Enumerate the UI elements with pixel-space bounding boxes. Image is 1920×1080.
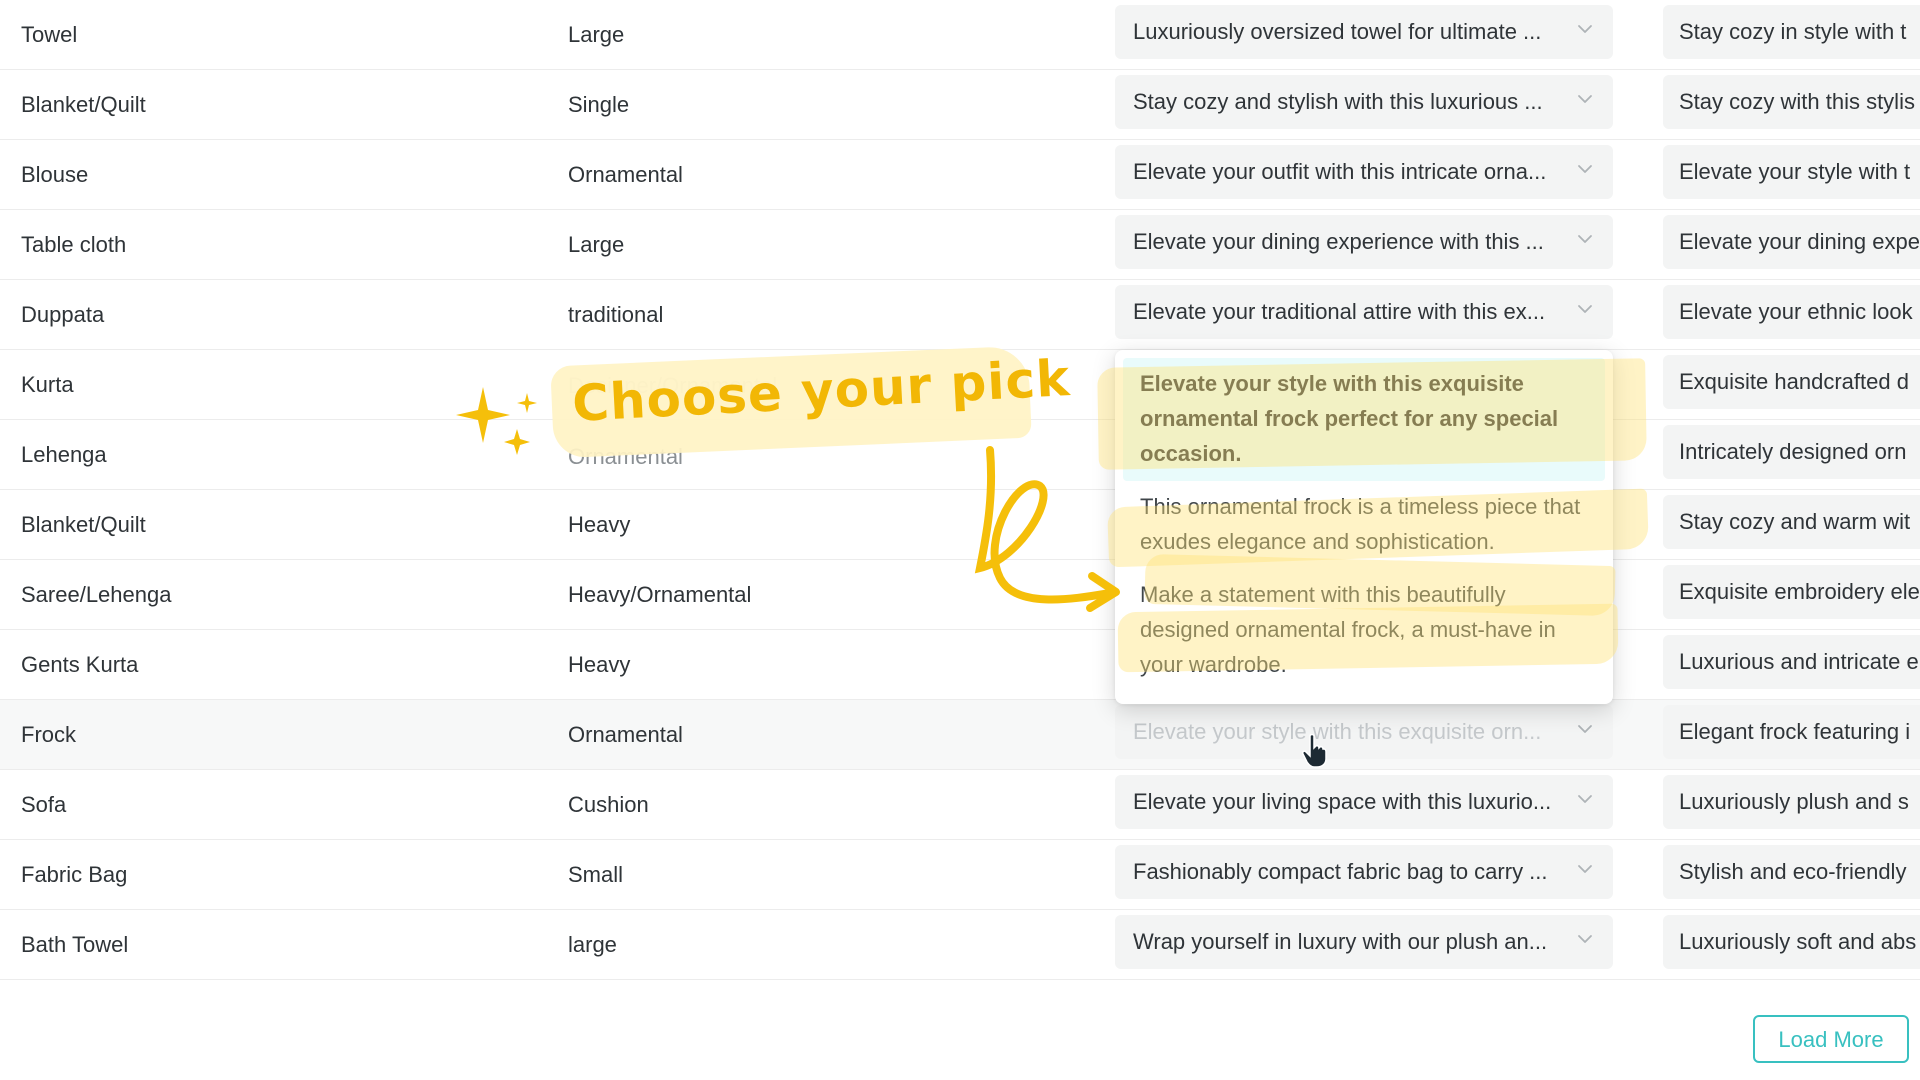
chevron-down-icon[interactable]: [1575, 719, 1595, 739]
curly-arrow-icon: [974, 446, 1120, 612]
product-name-cell: Sofa: [21, 792, 67, 817]
description-select[interactable]: Elevate your dining experience with this…: [1115, 215, 1613, 269]
description2-cell[interactable]: Elevate your dining expe: [1663, 215, 1920, 269]
page: Towel Large Luxuriously oversized towel fo…: [0, 0, 1920, 1080]
product-name-cell: Frock: [21, 722, 76, 747]
product-name-cell: Saree/Lehenga: [21, 582, 172, 607]
table-row: Frock Ornamental Elevate your style with t…: [0, 700, 1920, 770]
product-type-cell: Small: [568, 862, 624, 887]
product-type-cell: Large: [568, 22, 625, 47]
description-select[interactable]: Fashionably compact fabric bag to carry …: [1115, 845, 1613, 899]
dropdown-option[interactable]: Make a statement with this beautifully d…: [1123, 569, 1605, 692]
description-select-value: Stay cozy and stylish with this luxuriou…: [1133, 89, 1543, 114]
description-select[interactable]: Elevate your outfit with this intricate …: [1115, 145, 1613, 199]
description-select-value: Elevate your dining experience with this…: [1133, 229, 1544, 254]
chevron-down-icon[interactable]: [1575, 159, 1595, 179]
description-select[interactable]: Elevate your traditional attire with thi…: [1115, 285, 1613, 339]
sparkles-icon: [456, 387, 537, 455]
description-select[interactable]: Stay cozy and stylish with this luxuriou…: [1115, 75, 1613, 129]
description2-cell[interactable]: Stylish and eco-friendly: [1663, 845, 1920, 899]
description-select-value: Fashionably compact fabric bag to carry …: [1133, 859, 1548, 884]
description2-cell[interactable]: Luxuriously soft and abs: [1663, 915, 1920, 969]
product-name-cell: Towel: [21, 22, 78, 47]
table-row: Table cloth Large Elevate your dining expe…: [0, 210, 1920, 280]
hand-pointer-icon: [1302, 734, 1327, 768]
chevron-down-icon[interactable]: [1575, 789, 1595, 809]
table-row: Blouse Ornamental Elevate your outfit with…: [0, 140, 1920, 210]
table-row: Sofa Cushion Elevate your living space wit…: [0, 770, 1920, 840]
chevron-down-icon[interactable]: [1575, 299, 1595, 319]
description-select[interactable]: Luxuriously oversized towel for ultimate…: [1115, 5, 1613, 59]
description-select-value: Elevate your outfit with this intricate …: [1133, 159, 1547, 184]
chevron-down-icon[interactable]: [1575, 859, 1595, 879]
load-more-button[interactable]: Load More: [1753, 1015, 1909, 1063]
product-type-cell: Heavy: [568, 652, 631, 677]
description-select-value: Elevate your style with this exquisite o…: [1133, 719, 1542, 744]
product-name-cell: Duppata: [21, 302, 105, 327]
product-name-cell: Lehenga: [21, 442, 107, 467]
product-name-cell: Blouse: [21, 162, 89, 187]
description2-cell[interactable]: Elegant frock featuring i: [1663, 705, 1920, 759]
description2-cell[interactable]: Elevate your style with t: [1663, 145, 1920, 199]
product-type-cell: Ornamental: [568, 162, 683, 187]
product-name-cell: Gents Kurta: [21, 652, 139, 677]
product-type-cell: Large: [568, 232, 625, 257]
table-row: Bath Towel large Wrap yourself in luxury w…: [0, 910, 1920, 980]
description2-cell[interactable]: Stay cozy and warm wit: [1663, 495, 1920, 549]
chevron-down-icon[interactable]: [1575, 929, 1595, 949]
table-row: Blanket/Quilt Single Stay cozy and stylish…: [0, 70, 1920, 140]
description2-cell[interactable]: Intricately designed orn: [1663, 425, 1920, 479]
description-select[interactable]: Wrap yourself in luxury with our plush a…: [1115, 915, 1613, 969]
description2-cell[interactable]: Exquisite handcrafted d: [1663, 355, 1920, 409]
table-row: Fabric Bag Small Fashionably compact fabri…: [0, 840, 1920, 910]
product-type-cell: Cushion: [568, 792, 649, 817]
description2-cell[interactable]: Exquisite embroidery ele: [1663, 565, 1920, 619]
description-select-value: Elevate your living space with this luxu…: [1133, 789, 1552, 814]
description-select-value: Luxuriously oversized towel for ultimate…: [1133, 19, 1542, 44]
chevron-down-icon[interactable]: [1575, 19, 1595, 39]
description2-cell[interactable]: Stay cozy with this stylis: [1663, 75, 1920, 129]
description2-cell[interactable]: Luxurious and intricate e: [1663, 635, 1920, 689]
product-name-cell: Kurta: [21, 372, 74, 397]
product-name-cell: Table cloth: [21, 232, 127, 257]
chevron-down-icon[interactable]: [1575, 229, 1595, 249]
product-type-cell: Single: [568, 92, 630, 117]
product-name-cell: Bath Towel: [21, 932, 129, 957]
table-row: Duppata traditional Elevate your tradition…: [0, 280, 1920, 350]
product-name-cell: Blanket/Quilt: [21, 512, 146, 537]
description-select[interactable]: Elevate your living space with this luxu…: [1115, 775, 1613, 829]
dropdown-option[interactable]: This ornamental frock is a timeless piec…: [1123, 481, 1605, 569]
table-row: Gents Kurta Heavy Luxurious and intricate …: [0, 630, 1920, 700]
description2-cell[interactable]: Elevate your ethnic look: [1663, 285, 1920, 339]
description2-cell[interactable]: Stay cozy in style with t: [1663, 5, 1920, 59]
product-type-cell: traditional: [568, 302, 664, 327]
description-select-value: Wrap yourself in luxury with our plush a…: [1133, 929, 1548, 954]
product-name-cell: Fabric Bag: [21, 862, 128, 887]
table-row: Towel Large Luxuriously oversized towel fo…: [0, 0, 1920, 70]
description-select-value: Elevate your traditional attire with thi…: [1133, 299, 1546, 324]
product-type-cell: Ornamental: [568, 722, 683, 747]
product-type-cell: large: [568, 932, 617, 957]
description-select[interactable]: Elevate your style with this exquisite o…: [1115, 705, 1613, 759]
chevron-down-icon[interactable]: [1575, 89, 1595, 109]
description-dropdown-menu: Elevate your style with this exquisite o…: [1115, 350, 1613, 704]
product-name-cell: Blanket/Quilt: [21, 92, 146, 117]
dropdown-option-selected[interactable]: Elevate your style with this exquisite o…: [1123, 358, 1605, 481]
description2-cell[interactable]: Luxuriously plush and s: [1663, 775, 1920, 829]
